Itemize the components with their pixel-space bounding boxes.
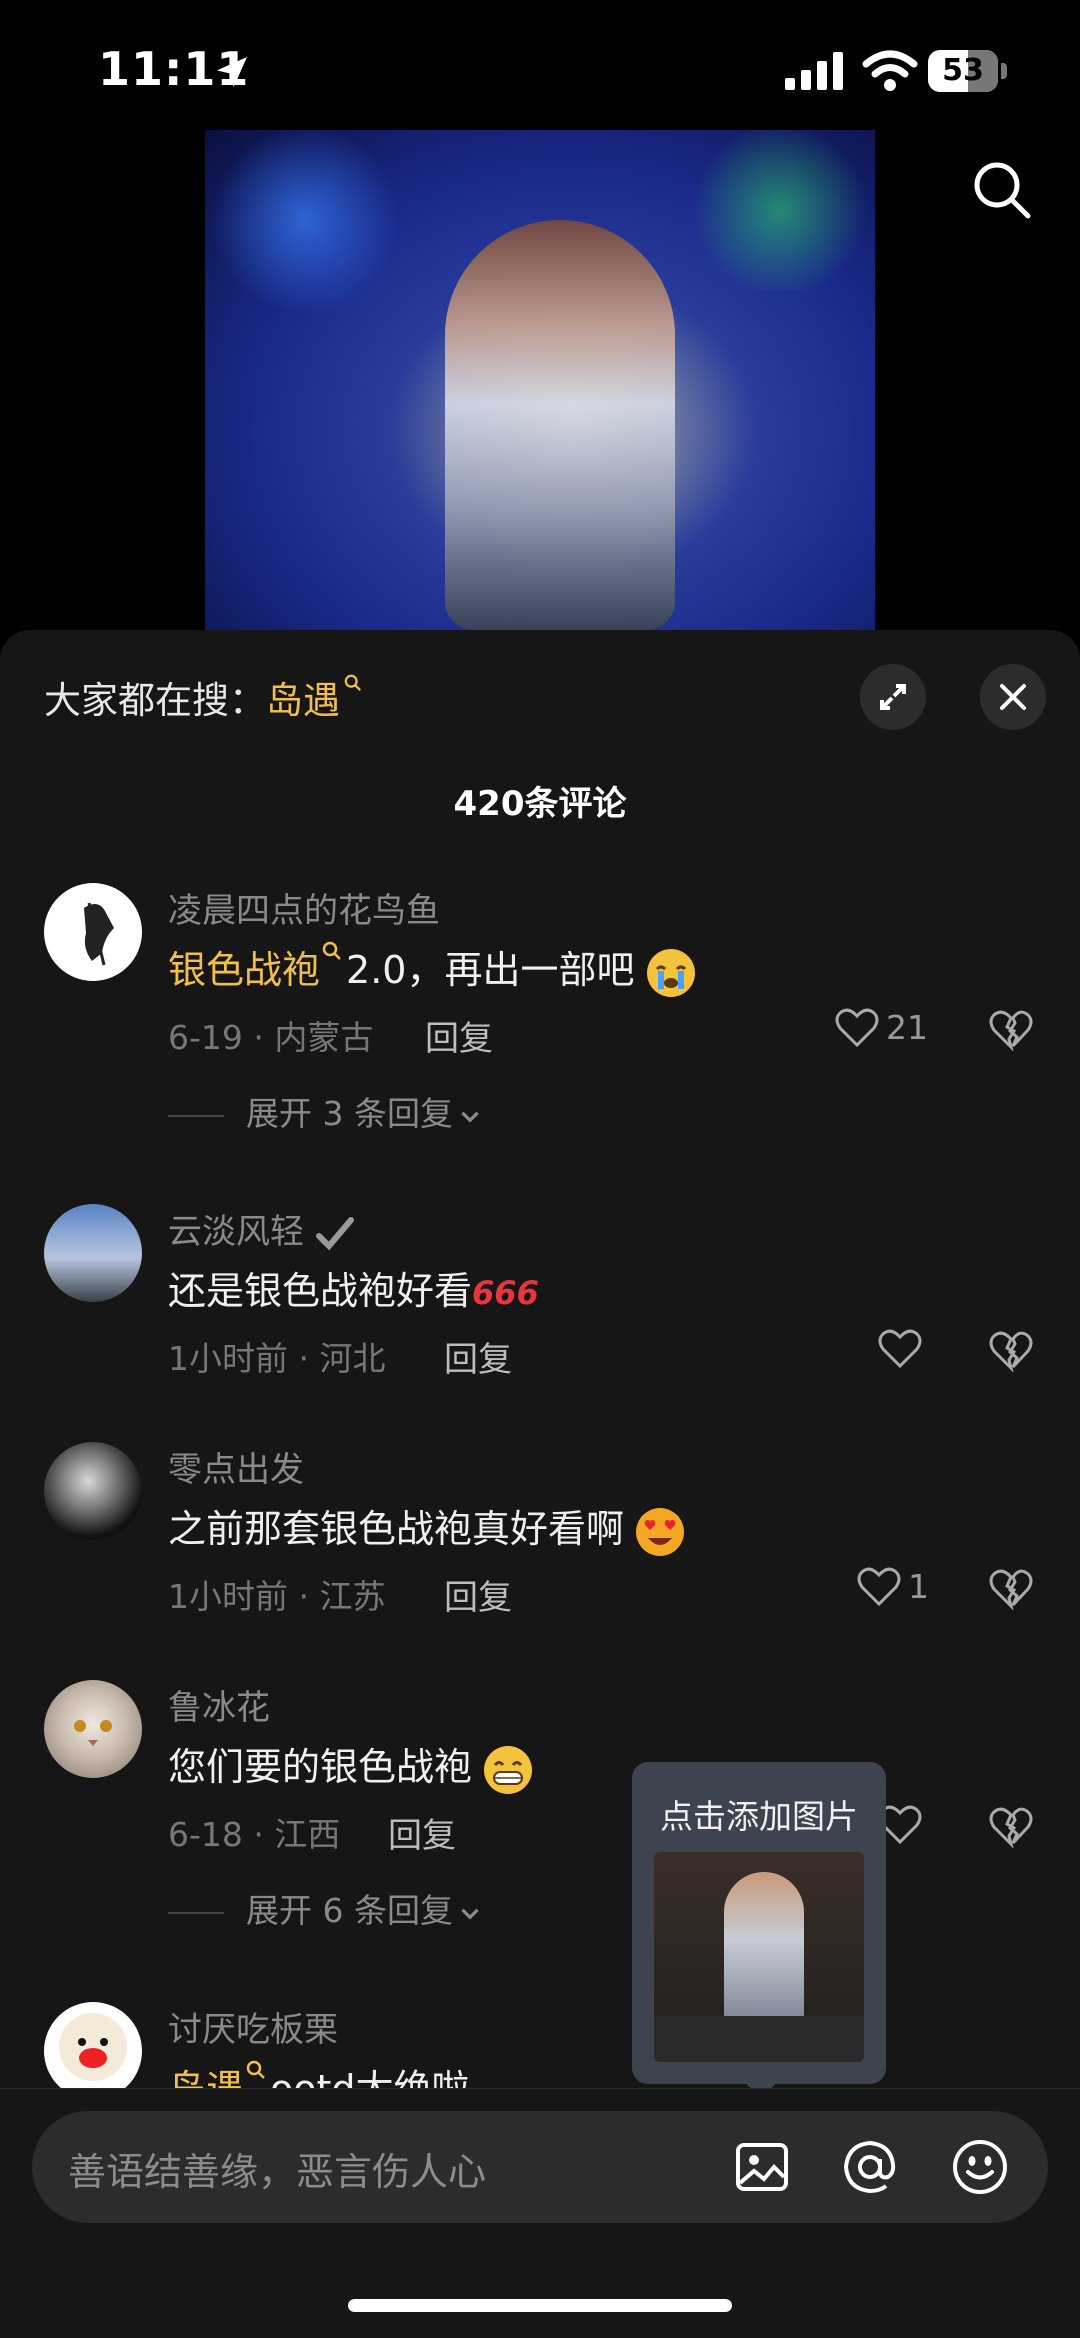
comment-text: 岛遇ootd太绝啦 [168, 2058, 470, 2088]
comment-item: 讨厌吃板栗 岛遇ootd太绝啦 [0, 2002, 1080, 2088]
location-arrow-icon [217, 57, 247, 87]
comment-link[interactable]: 岛遇 [168, 2067, 244, 2088]
search-icon[interactable] [970, 158, 1034, 222]
video-figure [445, 220, 675, 630]
expand-replies-button[interactable]: 展开 6 条回复 [168, 1884, 483, 1932]
comment-count: 420条评论 [453, 784, 627, 824]
comment-meta: 6-19 · 内蒙古 [168, 1018, 374, 1057]
chevron-down-icon [461, 1908, 479, 1920]
input-placeholder: 善语结善缘，恶言伤人心 [68, 2150, 487, 2194]
commenter-name[interactable]: 讨厌吃板栗 [168, 2002, 338, 2051]
heart-eyes-emoji-icon [636, 1507, 685, 1556]
heart-icon [835, 1008, 879, 1048]
emoji-icon[interactable] [950, 2137, 1010, 2197]
comment-text: 银色战袍 2.0，再出一部吧 [168, 939, 695, 997]
like-button[interactable]: 1 [856, 1564, 929, 1612]
close-icon [1000, 684, 1026, 710]
image-thumbnail[interactable] [654, 1852, 864, 2062]
comment-input[interactable]: 善语结善缘，恶言伤人心 [32, 2111, 1048, 2223]
comments-panel: 大家都在搜：岛遇 420条评论 凌晨四点的花鸟鱼 银色战袍 2.0，再出一部吧 6… [0, 630, 1080, 2337]
like-count: 21 [886, 1007, 928, 1047]
comment-text: 之前那套银色战袍真好看啊 [168, 1498, 685, 1556]
heart-icon [878, 1329, 922, 1369]
expand-replies-button[interactable]: 展开 3 条回复 [168, 1087, 483, 1135]
comment-text: 您们要的银色战袍 [168, 1736, 533, 1794]
broken-heart-icon[interactable] [988, 1804, 1034, 1848]
commenter-name[interactable]: 零点出发 [168, 1442, 304, 1491]
battery-indicator: 53 [928, 50, 1008, 92]
add-image-tooltip[interactable]: 点击添加图片 [632, 1762, 886, 2084]
cellular-signal-icon [785, 52, 843, 90]
chevron-down-icon [461, 1111, 479, 1123]
checkmark-icon [315, 1216, 354, 1250]
trending-prefix: 大家都在搜： [44, 679, 266, 722]
comment-link[interactable]: 银色战袍 [168, 948, 320, 992]
status-bar: 11:11 53 [0, 0, 1080, 130]
commenter-name[interactable]: 云淡风轻 [168, 1204, 355, 1254]
commenter-name[interactable]: 凌晨四点的花鸟鱼 [168, 883, 440, 932]
reply-button[interactable]: 回复 [444, 1332, 512, 1381]
broken-heart-icon[interactable] [988, 1566, 1034, 1610]
wifi-icon [862, 50, 918, 91]
avatar[interactable] [44, 1204, 142, 1302]
avatar[interactable] [44, 1442, 142, 1540]
reply-button[interactable]: 回复 [444, 1570, 512, 1619]
video-preview[interactable] [205, 130, 875, 630]
like-count: 1 [908, 1566, 929, 1606]
grinning-emoji-icon [484, 1745, 533, 1794]
commenter-name[interactable]: 鲁冰花 [168, 1680, 270, 1729]
like-button[interactable] [877, 1326, 923, 1374]
avatar[interactable] [44, 883, 142, 981]
heart-icon [857, 1567, 901, 1607]
comment-meta: 6-18 · 江西 [168, 1815, 341, 1854]
trending-search[interactable]: 大家都在搜：岛遇 [44, 670, 362, 724]
comment-text: 还是银色战袍好看666 [168, 1269, 539, 1313]
comment-meta: 1小时前 · 河北 [168, 1339, 386, 1378]
mention-icon[interactable] [840, 2137, 900, 2197]
like-button[interactable]: 21 [834, 1005, 928, 1053]
broken-heart-icon[interactable] [988, 1007, 1034, 1051]
expand-panel-button[interactable] [860, 664, 926, 730]
suffix-666: 666 [472, 1274, 539, 1312]
broken-heart-icon[interactable] [988, 1328, 1034, 1372]
mini-search-icon [344, 674, 361, 691]
reply-button[interactable]: 回复 [388, 1808, 456, 1857]
expand-icon [880, 684, 906, 710]
trending-term[interactable]: 岛遇 [266, 674, 362, 722]
tooltip-text: 点击添加图片 [660, 1797, 858, 1836]
home-indicator[interactable] [348, 2299, 732, 2312]
mini-search-icon [246, 2060, 265, 2079]
mini-search-icon [322, 941, 341, 960]
close-panel-button[interactable] [980, 664, 1046, 730]
reply-button[interactable]: 回复 [425, 1011, 493, 1060]
comment-meta: 1小时前 · 江苏 [168, 1577, 386, 1616]
crying-emoji-icon [646, 948, 695, 997]
avatar[interactable] [44, 1680, 142, 1778]
avatar[interactable] [44, 2002, 142, 2088]
battery-level: 53 [942, 53, 984, 88]
image-icon[interactable] [732, 2137, 792, 2197]
